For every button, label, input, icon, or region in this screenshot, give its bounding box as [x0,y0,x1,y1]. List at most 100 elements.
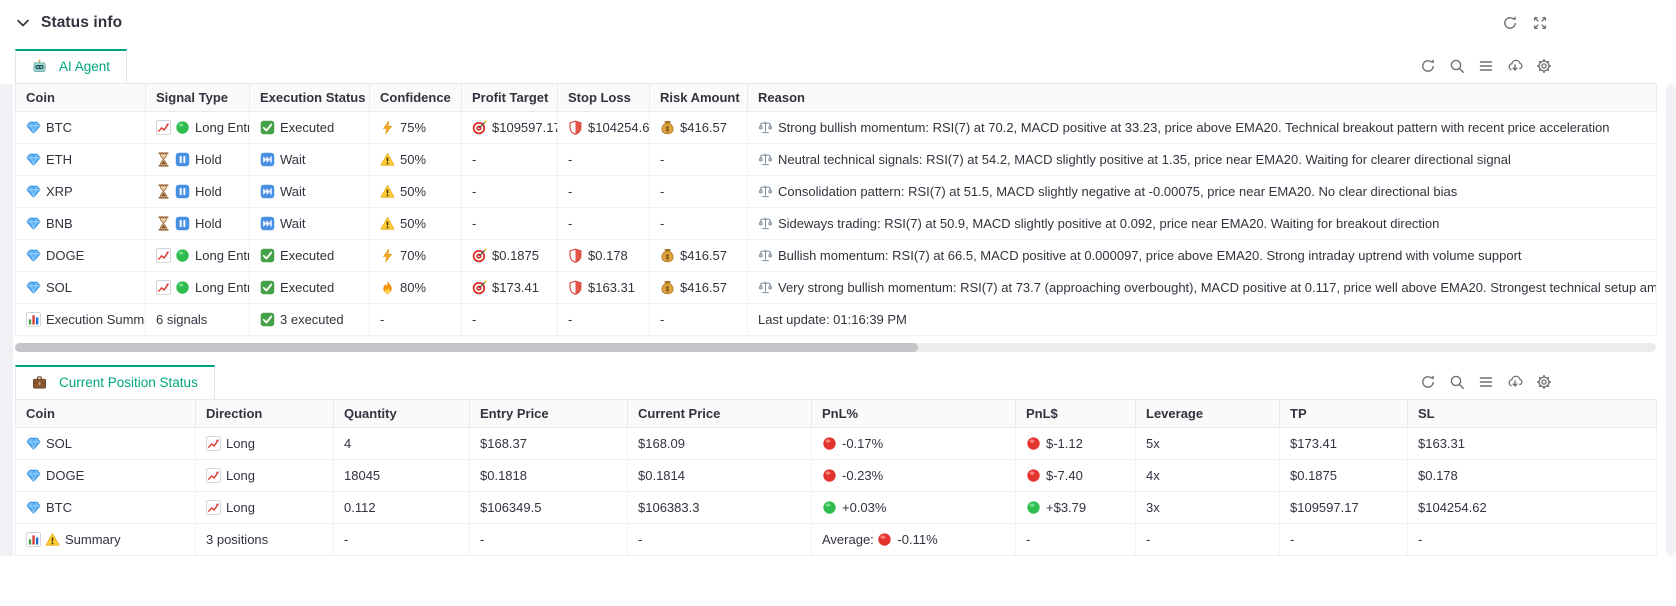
download-icon[interactable] [1507,374,1523,390]
cell: - [1015,523,1136,556]
pause-button-icon [175,216,190,231]
refresh-icon[interactable] [1420,58,1436,74]
green-circle-icon [822,500,837,515]
cell-text: $0.1875 [1290,468,1337,483]
cell-text: - [472,216,477,231]
expander-header[interactable]: Status info [15,10,1660,36]
cell-text: BTC [46,500,72,515]
cell: - [369,303,462,336]
refresh-icon[interactable] [1502,15,1518,31]
shield-icon [568,280,583,295]
cell: Hold [145,175,250,208]
table-row[interactable]: SOLLong EntryExecuted80%$173.41$163.31$$… [15,271,1657,304]
cell: $-7.40 [1015,459,1136,492]
warning-icon [380,184,395,199]
cell-text: 50% [400,184,427,199]
vertical-scrollbar[interactable] [1666,84,1676,556]
table-row[interactable]: SOL Long 4 $168.37 $168.09 -0.17% $-1.12 5x $173… [15,427,1657,460]
check-mark-icon [260,312,275,327]
cell: 3x [1135,491,1280,524]
cell: $0.178 [1407,459,1657,492]
fullscreen-icon[interactable] [1532,15,1548,31]
table-row[interactable]: BNB Hold Wait 50% - - - Sideways trading: RSI(7… [15,207,1657,240]
column-header: Coin [15,399,196,428]
tab-current-position-status[interactable]: Current Position Status [15,365,215,399]
cell: $109597.17 [1279,491,1408,524]
cell-text: SOL [46,280,73,295]
table-row[interactable]: XRP Hold Wait 50% - - - Consolidation pattern: … [15,175,1657,208]
cell-text: Bullish momentum: RSI(7) at 66.5, MACD p… [778,248,1522,263]
cell-text: Long [226,436,255,451]
cell: - [461,303,558,336]
table-row[interactable]: BTC Long 0.112 $106349.5 $106383.3 +0.03% +$3.… [15,491,1657,524]
cell: BTC [15,491,196,524]
red-circle-icon [1026,436,1041,451]
settings-icon[interactable] [1536,374,1552,390]
cell: - [1407,523,1657,556]
tab-ai-agent[interactable]: AI Agent [15,49,128,83]
cell-text: DOGE [46,248,85,263]
cell-text: Summary [65,532,121,547]
svg-text:$: $ [666,254,670,261]
cell: 18045 [333,459,470,492]
cell-text: $416.57 [680,280,727,295]
table-row[interactable]: Execution Summary 6 signals 3 executed - - - -… [15,303,1657,336]
cell-text: Long Entry [195,280,249,295]
cell: - [461,207,558,240]
horizontal-scrollbar[interactable] [15,343,1656,352]
search-icon[interactable] [1449,374,1465,390]
table-row[interactable]: DOGE Long 18045 $0.1818 $0.1814 -0.23% $-7.40 4… [15,459,1657,492]
chevron-down-icon[interactable] [15,15,31,31]
svg-text:$: $ [666,126,670,133]
positions-table: Coin Direction Quantity Entry Price Current … [15,399,1657,556]
cell-text: $0.178 [588,248,628,263]
cell: - [649,175,748,208]
cell: ETH [15,143,146,176]
column-header: Risk Amount [649,83,748,112]
cell: $ $416.57 [649,271,748,304]
cell-text: Execution Summary [46,312,145,327]
table-row[interactable]: DOGELong EntryExecuted70%$0.1875$0.178$$… [15,239,1657,272]
cell-text: +0.03% [842,500,887,515]
column-header: Confidence [369,83,462,112]
cell: - [557,143,650,176]
ai-agent-table: Coin Signal Type Execution Status Confidenc… [15,83,1657,336]
cell: Long Entry [145,239,250,272]
cell: - [333,523,470,556]
cell: $0.1875 [1279,459,1408,492]
cell-text: Sideways trading: RSI(7) at 50.9, MACD s… [778,216,1440,231]
dart-icon [472,280,487,295]
menu-icon[interactable] [1478,374,1494,390]
cell-text: $416.57 [680,248,727,263]
positions-section: Current Position Status Coin Direction Qua… [15,365,1660,556]
settings-icon[interactable] [1536,58,1552,74]
status-info-panel: Status info AI Agent Coin Signal Type Exec… [15,10,1660,556]
column-header: Profit Target [461,83,558,112]
gem-icon [26,500,41,515]
cell-text: - [660,216,665,231]
table-row[interactable]: BTC Long Entry Executed 75% $109597.17 $10425… [15,111,1657,144]
check-mark-icon [260,248,275,263]
cell: - [557,175,650,208]
cell: DOGE [15,239,146,272]
refresh-icon[interactable] [1420,374,1436,390]
cell: - [469,523,628,556]
chart-increasing-icon [206,468,221,483]
expander-actions [1502,15,1548,31]
red-circle-icon [877,532,892,547]
cell-text: - [344,532,349,547]
bar-chart-icon [26,312,41,327]
cell: $163.31 [557,271,650,304]
table-row[interactable]: Summary 3 positions - - - Average: -0.11% - - - - [15,523,1657,556]
horizontal-scrollbar-thumb[interactable] [15,343,918,352]
table-row[interactable]: ETH Hold Wait 50% - - - Neutral technical signa… [15,143,1657,176]
menu-icon[interactable] [1478,58,1494,74]
balance-scale-icon [758,152,773,167]
cell-text: Executed [280,120,335,135]
cell-text: Long [226,468,255,483]
cell: XRP [15,175,146,208]
red-circle-icon [822,468,837,483]
search-icon[interactable] [1449,58,1465,74]
cell: Long Entry [145,111,250,144]
download-icon[interactable] [1507,58,1523,74]
